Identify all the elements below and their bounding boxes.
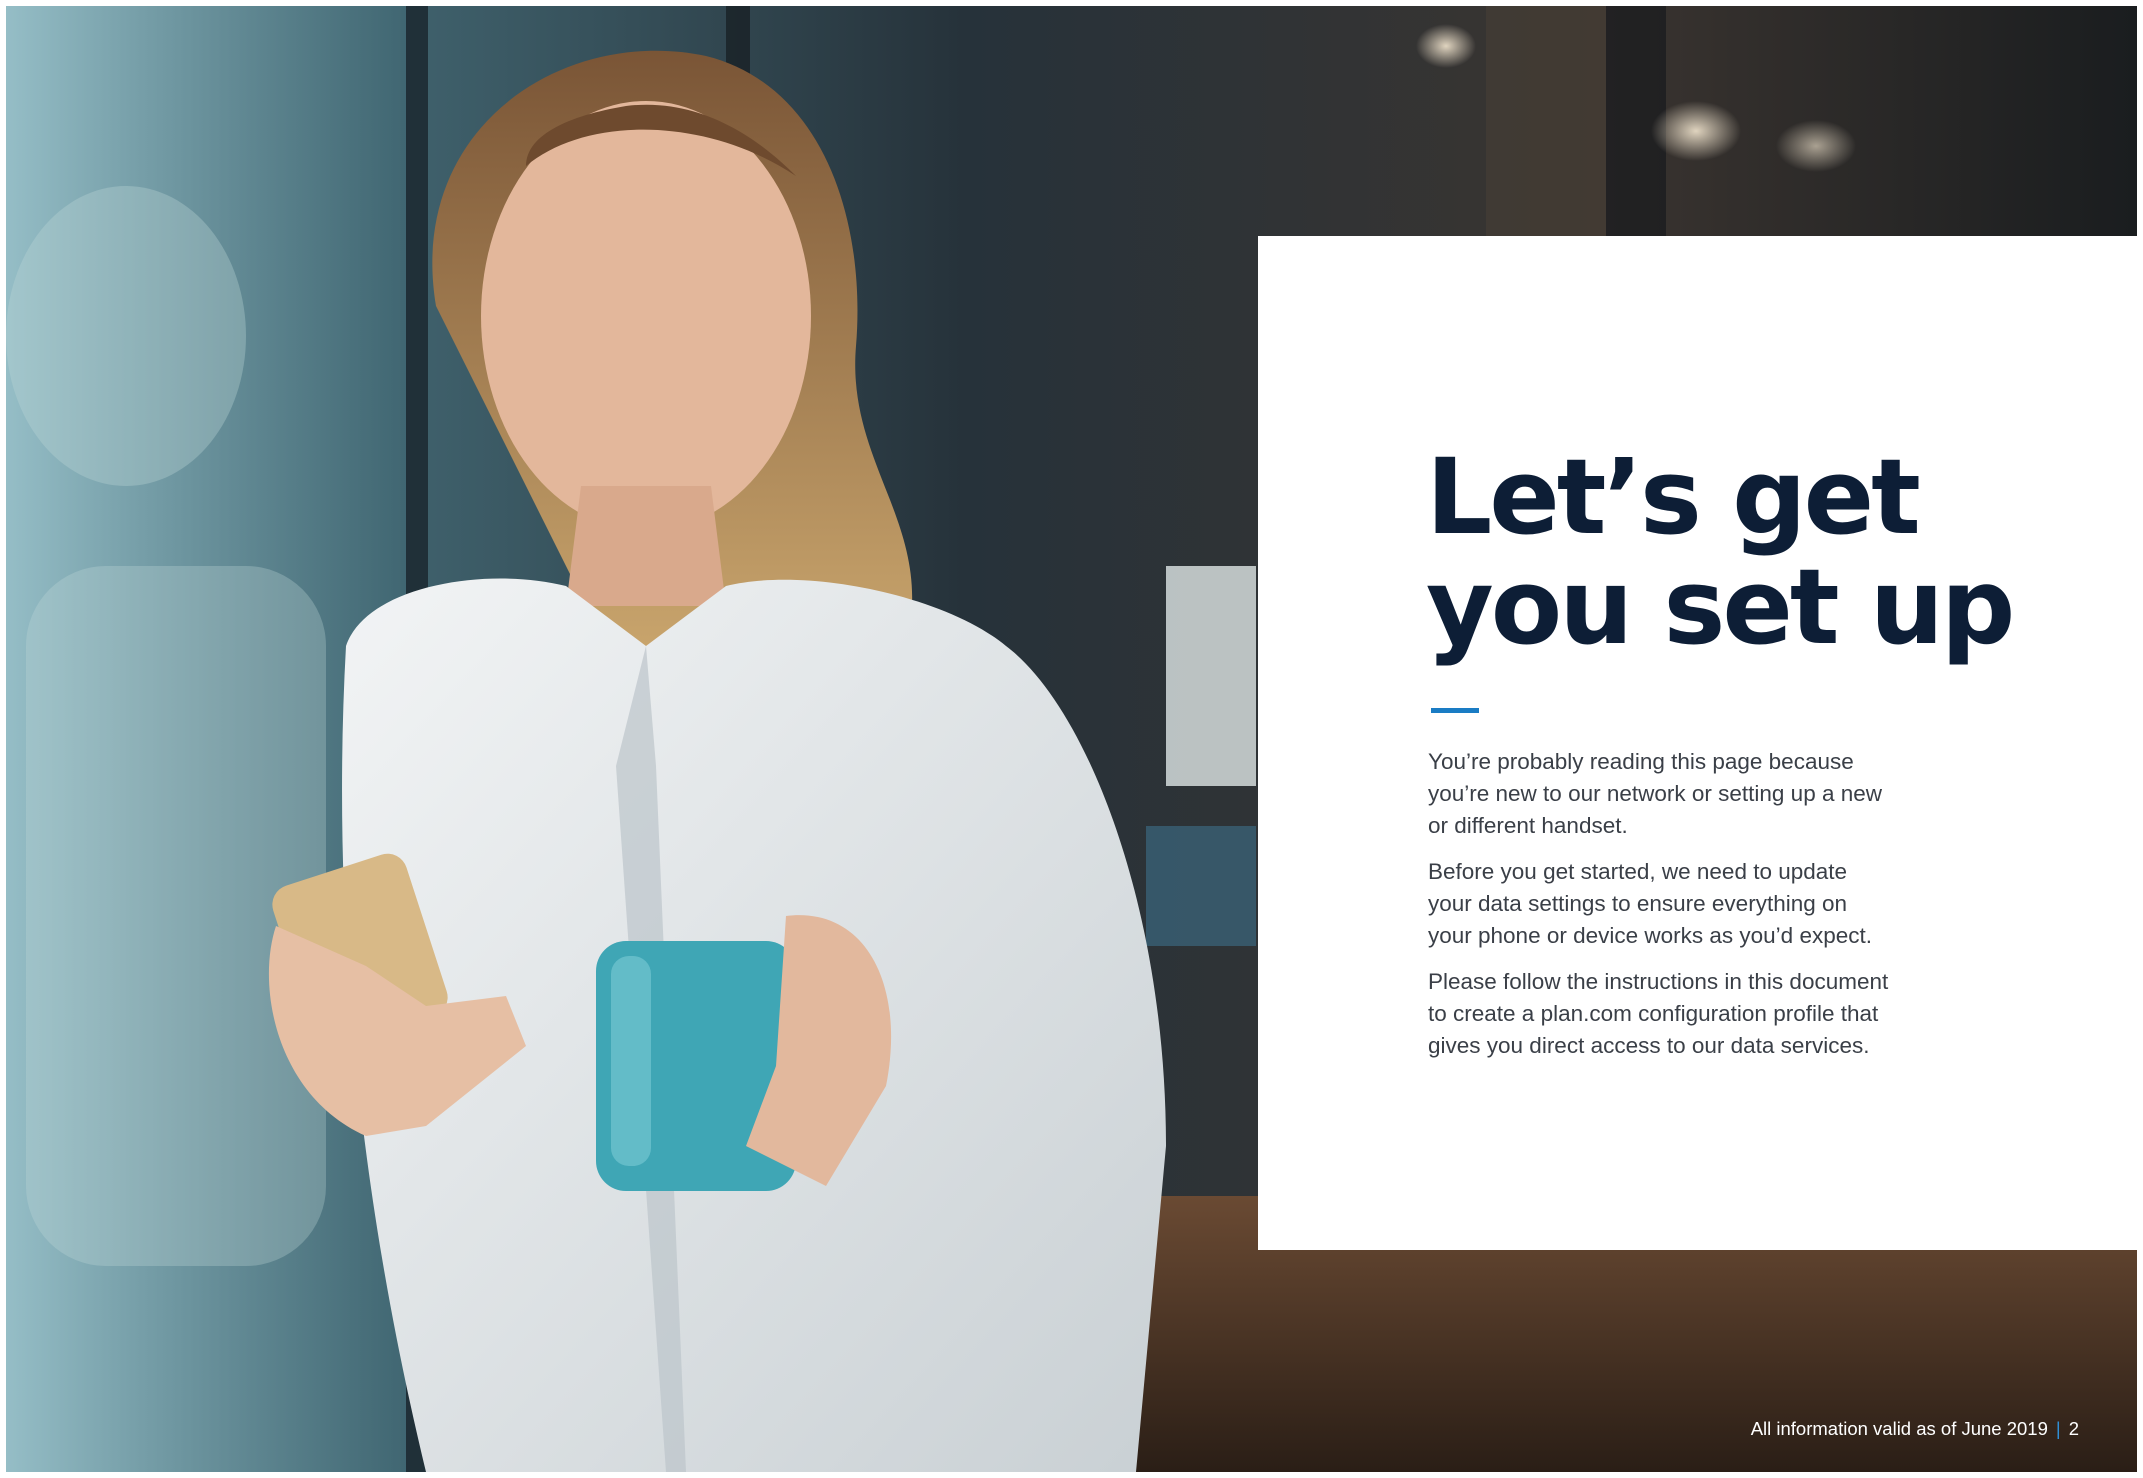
text-line: your data settings to ensure everything …: [1428, 891, 1848, 916]
accent-rule: [1431, 708, 1479, 713]
headline-line-1: Let’s get: [1426, 436, 1921, 558]
text-line: or different handset.: [1428, 813, 1628, 838]
headline: Let’s get you set up: [1426, 436, 2015, 668]
text-line: Please follow the instructions in this d…: [1428, 969, 1889, 994]
validity-note: All information valid as of June 2019: [1750, 1418, 2048, 1439]
page-footer: All information valid as of June 2019 | 2: [1751, 1418, 2079, 1440]
text-line: You’re probably reading this page becaus…: [1428, 749, 1854, 774]
document-page: Let’s get you set up You’re probably rea…: [0, 0, 2143, 1478]
text-line: Before you get started, we need to updat…: [1428, 859, 1848, 884]
text-line: to create a plan.com configuration profi…: [1428, 1001, 1879, 1026]
paragraph-intro: You’re probably reading this page becaus…: [1428, 746, 1948, 842]
text-line: your phone or device works as you’d expe…: [1428, 923, 1872, 948]
paragraph-before-start: Before you get started, we need to updat…: [1428, 856, 1948, 952]
paragraph-instructions: Please follow the instructions in this d…: [1428, 966, 1948, 1062]
text-line: you’re new to our network or setting up …: [1428, 781, 1882, 806]
text-line: gives you direct access to our data serv…: [1428, 1033, 1870, 1058]
page-number: 2: [2068, 1418, 2079, 1439]
intro-body-copy: You’re probably reading this page becaus…: [1428, 746, 1948, 1076]
headline-line-2: you set up: [1426, 546, 2015, 668]
intro-card: Let’s get you set up You’re probably rea…: [1258, 236, 2138, 1250]
footer-separator: |: [2055, 1418, 2061, 1439]
